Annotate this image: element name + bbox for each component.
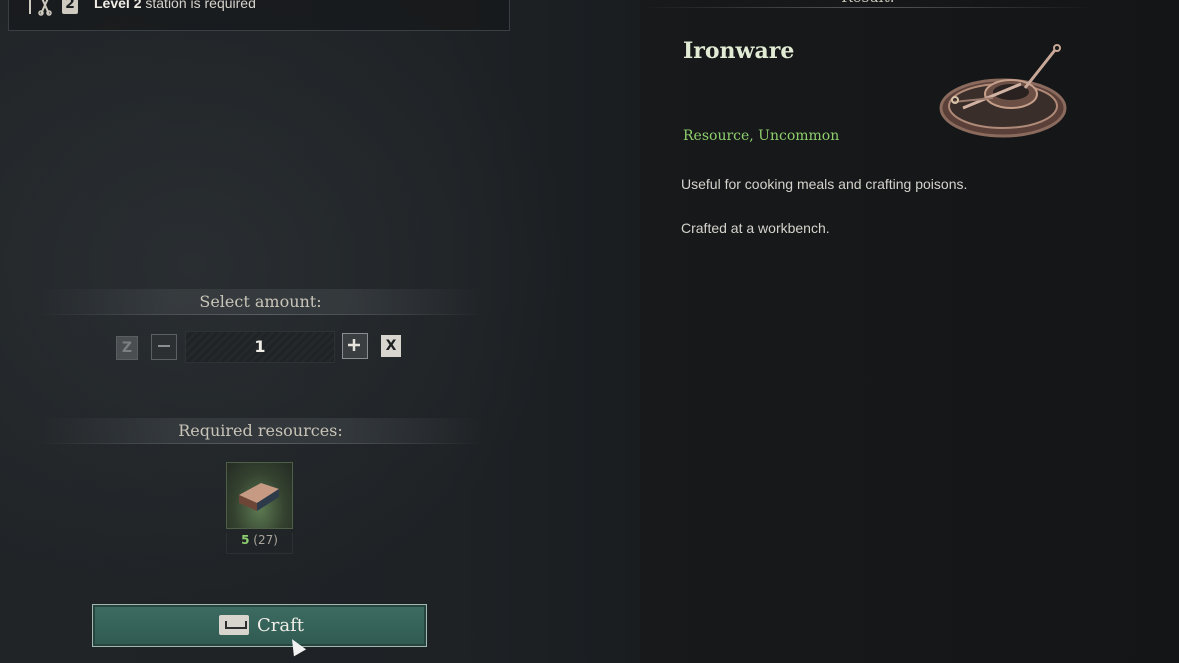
minus-icon [158,345,170,347]
level-label: Level 2 [94,0,142,11]
iron-ingot-icon [239,483,279,511]
increase-amount-button[interactable] [342,333,368,359]
resource-slot-iron-ingot[interactable] [226,462,293,529]
craft-button[interactable]: Craft [92,604,427,647]
decrease-key-hint: Z [116,336,138,360]
level-badge: 2 [62,0,78,14]
station-requirement-text: Level 2 station is required [94,0,256,11]
plus-icon [348,339,360,351]
increase-key-hint: X [381,335,401,357]
spacebar-key-icon [219,615,249,635]
item-description-line: Crafted at a workbench. [681,220,830,236]
tools-icon [27,0,53,16]
resource-have: 5 [241,533,250,547]
required-resources-header: Required resources: [38,418,483,444]
item-name: Ironware [683,38,795,64]
item-description-line: Useful for cooking meals and crafting po… [681,176,968,192]
decrease-amount-button[interactable] [151,334,177,360]
amount-input[interactable]: 1 [185,331,335,363]
right-panel [640,0,1179,663]
ironware-item-icon [933,42,1068,144]
item-type: Resource, Uncommon [683,128,840,144]
result-header: Result: [640,0,1096,8]
resource-total: (27) [253,533,278,547]
select-amount-header: Select amount: [38,289,483,315]
requirement-text: station is required [141,0,256,11]
resource-count: 5 (27) [226,533,293,554]
station-requirement-bar: 2 Level 2 station is required [8,0,510,31]
